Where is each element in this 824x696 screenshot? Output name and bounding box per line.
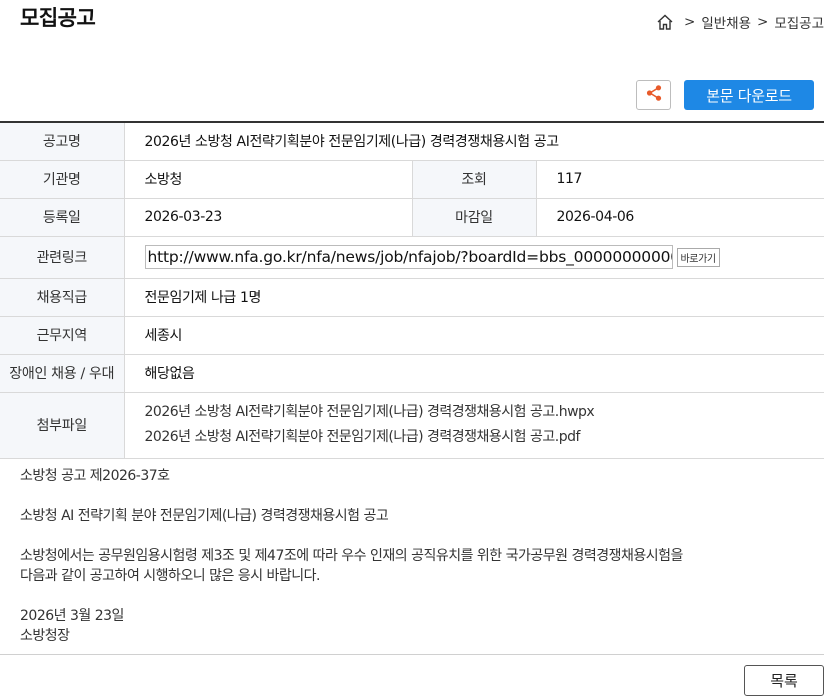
disability-label: 장애인 채용 / 우대	[0, 354, 125, 393]
breadcrumb-separator: >	[684, 14, 696, 30]
agency-label: 기관명	[0, 160, 125, 199]
row-link: 관련링크 http://www.nfa.go.kr/nfa/news/job/n…	[0, 236, 824, 279]
notice-info-table: 공고명 2026년 소방청 AI전략기획분야 전문임기제(나급) 경력경쟁채용시…	[0, 121, 824, 459]
breadcrumb-item-notice[interactable]: 모집공고	[774, 12, 824, 32]
row-agency: 기관명 소방청 조회 117	[0, 160, 824, 199]
position-label: 채용직급	[0, 278, 125, 317]
body-heading: 소방청 AI 전략기획 분야 전문임기제(나급) 경력경쟁채용시험 공고	[20, 508, 389, 524]
page-title: 모집공고	[20, 6, 96, 30]
divider	[0, 654, 824, 655]
attachment-hwpx[interactable]: 2026년 소방청 AI전략기획분야 전문임기제(나급) 경력경쟁채용시험 공고…	[145, 400, 824, 425]
link-cell: http://www.nfa.go.kr/nfa/news/job/nfajob…	[124, 236, 824, 279]
agency-value: 소방청	[124, 160, 413, 199]
download-button[interactable]: 본문 다운로드	[684, 80, 814, 110]
registered-value: 2026-03-23	[124, 198, 413, 237]
files-label: 첨부파일	[0, 392, 125, 459]
home-icon[interactable]	[656, 13, 674, 31]
list-button[interactable]: 목록	[744, 665, 824, 696]
body-paragraph-line2: 다음과 같이 공고하여 시행하오니 많은 응시 바랍니다.	[20, 568, 321, 584]
notice-title: 2026년 소방청 AI전략기획분야 전문임기제(나급) 경력경쟁채용시험 공고	[124, 122, 824, 161]
go-button[interactable]: 바로가기	[676, 247, 720, 267]
views-label: 조회	[412, 160, 537, 199]
disability-value: 해당없음	[124, 354, 824, 393]
share-button[interactable]	[636, 80, 671, 110]
views-value: 117	[536, 160, 824, 199]
location-value: 세종시	[124, 316, 824, 355]
registered-label: 등록일	[0, 198, 125, 237]
title-label: 공고명	[0, 122, 125, 161]
body-signer: 소방청장	[20, 628, 70, 644]
link-label: 관련링크	[0, 236, 125, 279]
share-icon	[644, 83, 664, 107]
location-label: 근무지역	[0, 316, 125, 355]
announcement-number: 소방청 공고 제2026-37호	[20, 468, 170, 484]
related-link[interactable]: http://www.nfa.go.kr/nfa/news/job/nfajob…	[144, 245, 673, 269]
breadcrumb-separator: >	[757, 14, 769, 30]
attachment-pdf[interactable]: 2026년 소방청 AI전략기획분야 전문임기제(나급) 경력경쟁채용시험 공고…	[145, 425, 824, 450]
row-disability: 장애인 채용 / 우대 해당없음	[0, 354, 824, 393]
breadcrumb-item-general[interactable]: 일반채용	[701, 12, 751, 32]
files-cell: 2026년 소방청 AI전략기획분야 전문임기제(나급) 경력경쟁채용시험 공고…	[124, 392, 824, 459]
row-files: 첨부파일 2026년 소방청 AI전략기획분야 전문임기제(나급) 경력경쟁채용…	[0, 392, 824, 459]
row-title: 공고명 2026년 소방청 AI전략기획분야 전문임기제(나급) 경력경쟁채용시…	[0, 122, 824, 161]
row-position: 채용직급 전문임기제 나급 1명	[0, 278, 824, 317]
notice-body: 소방청 공고 제2026-37호 소방청 AI 전략기획 분야 전문임기제(나급…	[20, 466, 810, 646]
row-dates: 등록일 2026-03-23 마감일 2026-04-06	[0, 198, 824, 237]
body-date: 2026년 3월 23일	[20, 608, 124, 624]
body-paragraph-line1: 소방청에서는 공무원임용시험령 제3조 및 제47조에 따라 우수 인재의 공직…	[20, 548, 683, 564]
breadcrumb: > 일반채용 > 모집공고	[656, 12, 824, 32]
deadline-value: 2026-04-06	[536, 198, 824, 237]
row-location: 근무지역 세종시	[0, 316, 824, 355]
position-value: 전문임기제 나급 1명	[124, 278, 824, 317]
deadline-label: 마감일	[412, 198, 537, 237]
